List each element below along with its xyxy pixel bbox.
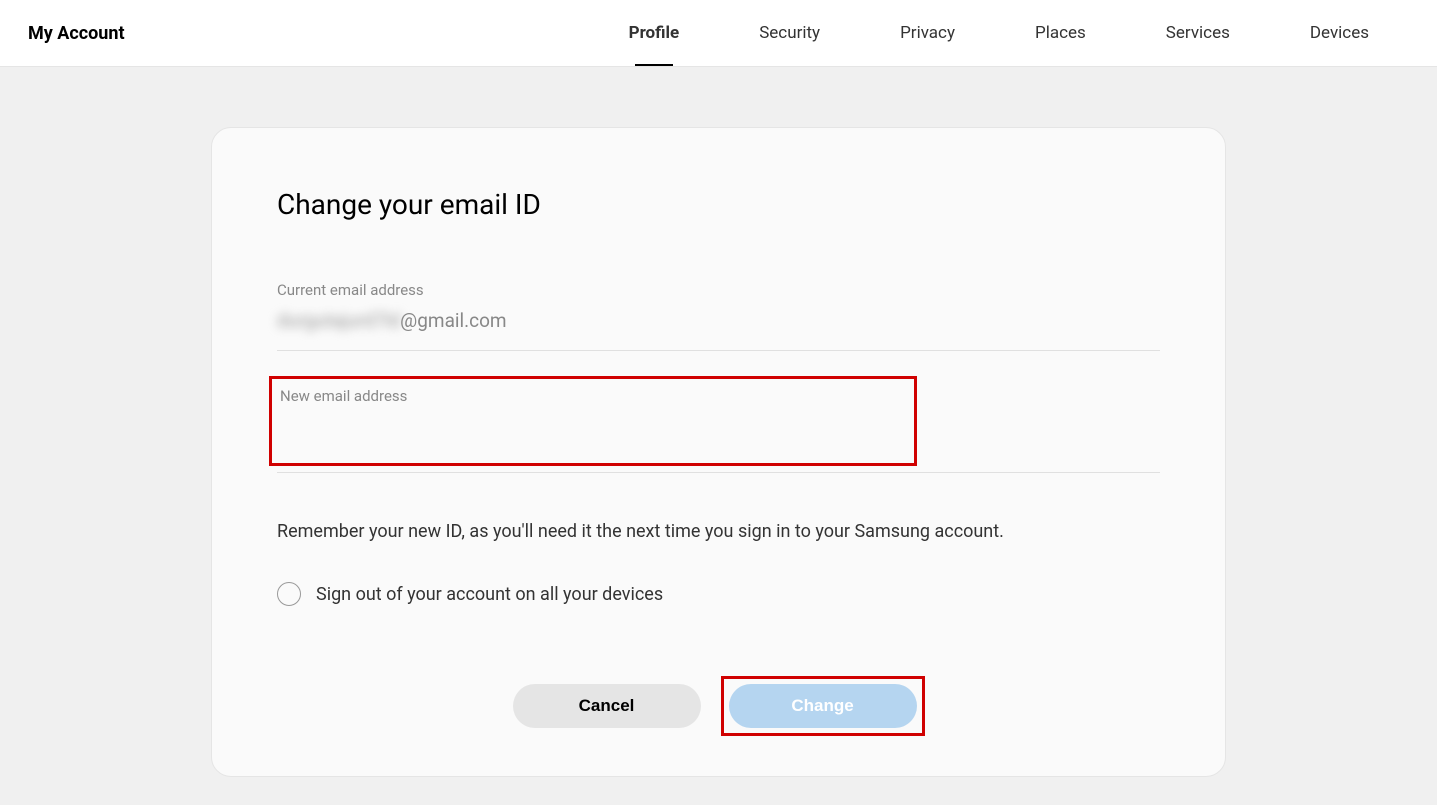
cancel-button[interactable]: Cancel [513,684,701,728]
input-underline [277,472,1160,473]
new-email-input[interactable] [280,429,906,459]
signout-checkbox-row: Sign out of your account on all your dev… [277,582,1160,606]
content-card: Change your email ID Current email addre… [211,127,1226,777]
tab-privacy[interactable]: Privacy [860,0,995,66]
button-row: Cancel Change [277,676,1160,736]
signout-checkbox-label[interactable]: Sign out of your account on all your dev… [316,584,663,605]
current-email-label: Current email address [277,281,1160,299]
current-email-blurred-part: durgutajurd7ld [277,309,400,332]
page-header: My Account Profile Security Privacy Plac… [0,0,1437,67]
tab-services[interactable]: Services [1126,0,1270,66]
reminder-text: Remember your new ID, as you'll need it … [277,521,1160,542]
change-button-highlight-box: Change [721,676,925,736]
signout-checkbox[interactable] [277,582,301,606]
current-email-value: durgutajurd7ld@gmail.com [277,309,1160,351]
page-title: Change your email ID [277,188,1160,221]
card-inner: Change your email ID Current email addre… [212,188,1225,736]
header-title: My Account [28,23,125,44]
main-container: Change your email ID Current email addre… [0,67,1437,777]
tab-devices[interactable]: Devices [1270,0,1409,66]
new-email-label: New email address [280,387,906,405]
tab-profile[interactable]: Profile [589,0,720,66]
tab-places[interactable]: Places [995,0,1126,66]
current-email-visible-part: @gmail.com [400,309,506,332]
nav-tabs: Profile Security Privacy Places Services… [589,0,1409,66]
change-button[interactable]: Change [729,684,917,728]
tab-security[interactable]: Security [719,0,860,66]
new-email-highlight-box: New email address [269,376,917,466]
